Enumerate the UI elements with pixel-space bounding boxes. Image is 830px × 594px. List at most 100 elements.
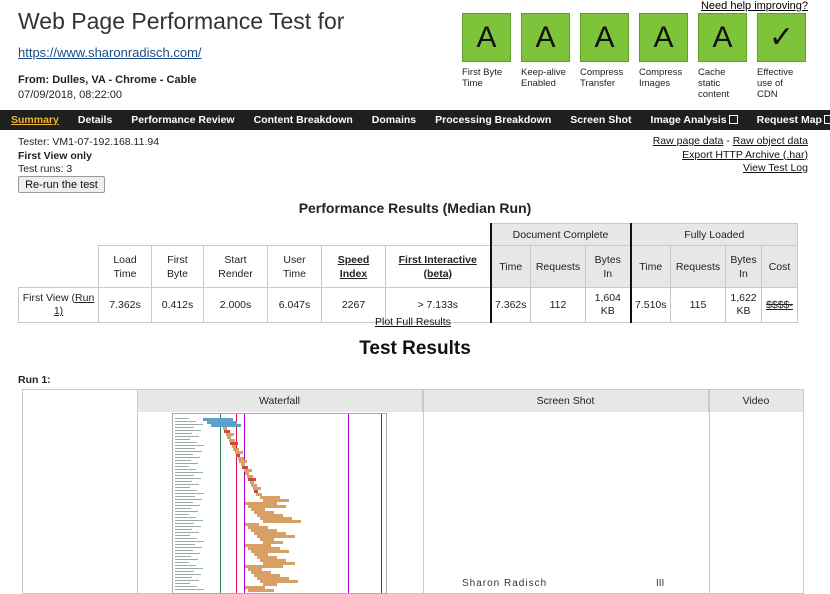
waterfall-row-label — [175, 535, 190, 536]
grade-compress-images[interactable]: A Compress Images — [639, 13, 688, 100]
waterfall-row-label — [175, 553, 200, 554]
col-first-interactive[interactable]: First Interactive (beta) — [385, 245, 491, 288]
tab-processing-breakdown[interactable]: Processing Breakdown — [435, 114, 551, 126]
col-load-time: Load Time — [98, 245, 152, 288]
first-view-only-label: First View only — [18, 150, 92, 162]
tab-content-breakdown[interactable]: Content Breakdown — [254, 114, 353, 126]
col-speed-index[interactable]: Speed Index — [321, 245, 386, 288]
grade-box[interactable]: A — [580, 13, 629, 62]
waterfall-row-label — [175, 571, 194, 572]
waterfall-row-label — [175, 502, 193, 503]
test-runs-count: Test runs: 3 — [18, 163, 73, 175]
grade-box[interactable]: A — [698, 13, 747, 62]
cell-start-render: 2.000s — [203, 287, 268, 323]
test-date: 07/09/2018, 08:22:00 — [18, 89, 122, 101]
external-link-icon — [823, 115, 830, 124]
waterfall-bar — [263, 583, 277, 586]
cell-cost[interactable]: $$$$- — [761, 287, 798, 323]
cell-load-time: 7.362s — [98, 287, 152, 323]
waterfall-row-label — [175, 499, 202, 500]
cell-fl-bytes: 1,622 KB — [725, 287, 762, 323]
tab-image-analysis[interactable]: Image Analysis — [651, 114, 738, 126]
grade-compress-transfer[interactable]: A Compress Transfer — [580, 13, 629, 100]
cell-fl-requests: 115 — [670, 287, 726, 323]
rerun-test-button[interactable]: Re-run the test — [18, 176, 105, 193]
waterfall-row-label — [175, 514, 189, 515]
waterfall-row-label — [175, 442, 197, 443]
row-label: First View (Run 1) — [18, 287, 99, 323]
waterfall-row-label — [175, 562, 189, 563]
tab-screen-shot[interactable]: Screen Shot — [570, 114, 631, 126]
grade-label: Cache static content — [698, 67, 730, 100]
grade-cdn[interactable]: ✓ Effective use of CDN — [757, 13, 806, 100]
performance-results-table: Document Complete Fully Loaded Load Time … — [18, 223, 798, 323]
waterfall-row-label — [175, 538, 197, 539]
tab-request-map[interactable]: Request Map — [757, 114, 830, 126]
waterfall-thumbnail[interactable] — [172, 413, 387, 594]
waterfall-header: Waterfall — [137, 390, 423, 412]
waterfall-row-label — [175, 475, 194, 476]
grade-cache-static[interactable]: A Cache static content — [698, 13, 747, 100]
screenshot-thumbnail-text[interactable]: Sharon Radisch — [462, 578, 547, 589]
performance-results-heading: Performance Results (Median Run) — [298, 200, 532, 216]
tab-domains[interactable]: Domains — [372, 114, 416, 126]
waterfall-row-label — [175, 577, 192, 578]
waterfall-row-label — [175, 424, 203, 425]
tester-info: Tester: VM1-07-192.168.11.94 — [18, 136, 160, 148]
waterfall-row-label — [175, 433, 192, 434]
grade-box[interactable]: A — [521, 13, 570, 62]
waterfall-row-label — [175, 490, 197, 491]
waterfall-row-label — [175, 481, 192, 482]
divider — [137, 390, 138, 593]
col-fl-time: Time — [629, 245, 671, 288]
raw-page-data-link[interactable]: Raw page data — [653, 135, 724, 147]
need-help-link[interactable]: Need help improving? — [701, 0, 808, 12]
grades-panel: A First Byte Time A Keep-alive Enabled A C… — [462, 13, 806, 100]
tested-url-link[interactable]: https://www.sharonradisch.com/ — [18, 45, 202, 60]
col-dc-time: Time — [489, 245, 531, 288]
video-header: Video — [709, 390, 803, 412]
col-start-render: Start Render — [203, 245, 268, 288]
checkmark-icon[interactable]: ✓ — [757, 13, 806, 62]
cell-dc-bytes: 1,604 KB — [585, 287, 631, 323]
grade-label: Keep-alive Enabled — [521, 67, 566, 89]
grade-box[interactable]: A — [462, 13, 511, 62]
waterfall-row-label — [175, 544, 195, 545]
waterfall-row-label — [175, 421, 196, 422]
waterfall-row-label — [175, 517, 196, 518]
waterfall-row-label — [175, 493, 204, 494]
view-test-log-link[interactable]: View Test Log — [743, 162, 808, 174]
waterfall-row-label — [175, 445, 204, 446]
waterfall-row-label — [175, 541, 204, 542]
export-har-link[interactable]: Export HTTP Archive (.har) — [682, 149, 808, 161]
grade-keep-alive[interactable]: A Keep-alive Enabled — [521, 13, 570, 100]
raw-object-data-link[interactable]: Raw object data — [733, 135, 808, 147]
waterfall-marker-line — [220, 414, 221, 593]
export-links: Raw page data - Raw object data Export H… — [652, 135, 808, 174]
tab-summary[interactable]: Summary — [11, 114, 59, 126]
tab-details[interactable]: Details — [78, 114, 112, 126]
waterfall-row-label — [175, 520, 203, 521]
waterfall-row-label — [175, 526, 201, 527]
grade-label: Compress Transfer — [580, 67, 624, 89]
cell-dc-requests: 112 — [530, 287, 586, 323]
waterfall-row-label — [175, 574, 201, 575]
spacer — [98, 223, 491, 246]
col-user-time: User Time — [267, 245, 322, 288]
plot-full-results-link[interactable]: Plot Full Results — [375, 316, 451, 328]
grade-label: First Byte Time — [462, 67, 503, 89]
tab-performance-review[interactable]: Performance Review — [131, 114, 234, 126]
document-complete-header: Document Complete — [489, 223, 631, 246]
run-results-table: Waterfall Screen Shot Video — [22, 389, 804, 594]
grade-box[interactable]: A — [639, 13, 688, 62]
waterfall-row-label — [175, 472, 203, 473]
grade-first-byte[interactable]: A First Byte Time — [462, 13, 511, 100]
waterfall-row-label — [175, 580, 199, 581]
run-1-link[interactable]: Run — [75, 292, 94, 304]
page-title: Web Page Performance Test for — [18, 8, 345, 34]
waterfall-row-label — [175, 505, 200, 506]
waterfall-row-label — [175, 484, 199, 485]
waterfall-row-label — [175, 430, 201, 431]
waterfall-row-label — [175, 523, 194, 524]
screenshot-thumbnail-mark: III — [656, 578, 665, 589]
